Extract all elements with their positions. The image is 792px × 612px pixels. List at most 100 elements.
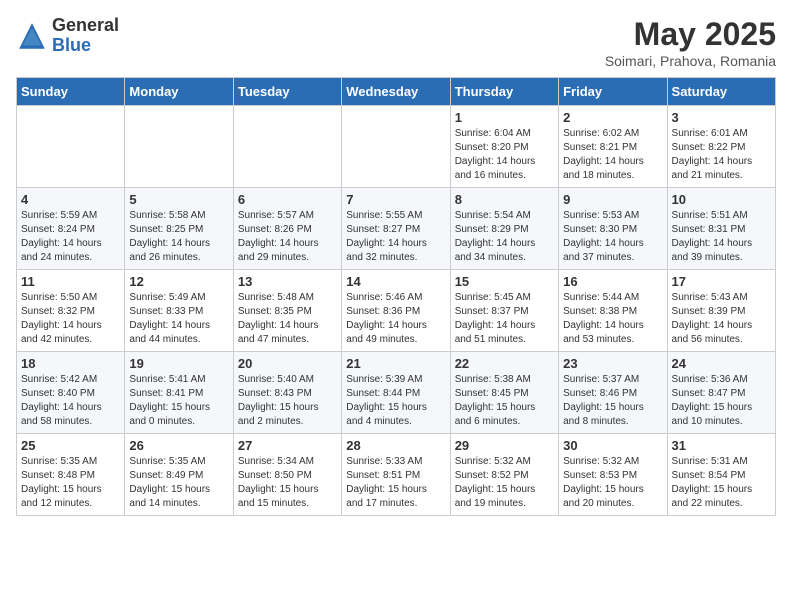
day-number: 2 xyxy=(563,110,662,125)
day-info: Sunrise: 6:01 AM Sunset: 8:22 PM Dayligh… xyxy=(672,127,771,183)
day-info: Sunrise: 5:42 AM Sunset: 8:40 PM Dayligh… xyxy=(21,373,120,429)
day-number: 18 xyxy=(21,356,120,371)
day-number: 21 xyxy=(346,356,445,371)
day-info: Sunrise: 5:31 AM Sunset: 8:54 PM Dayligh… xyxy=(672,455,771,511)
day-number: 19 xyxy=(129,356,228,371)
column-header-tuesday: Tuesday xyxy=(233,78,341,106)
calendar-cell: 8Sunrise: 5:54 AM Sunset: 8:29 PM Daylig… xyxy=(450,188,558,270)
day-info: Sunrise: 5:38 AM Sunset: 8:45 PM Dayligh… xyxy=(455,373,554,429)
calendar-cell: 27 Sunrise: 5:34 AM Sunset: 8:50 PM Dayli… xyxy=(233,434,341,516)
day-number: 4 xyxy=(21,192,120,207)
day-info: Sunrise: 6:02 AM Sunset: 8:21 PM Dayligh… xyxy=(563,127,662,183)
calendar-table: SundayMondayTuesdayWednesdayThursdayFrid… xyxy=(16,77,776,516)
day-info: Sunrise: 5:33 AM Sunset: 8:51 PM Dayligh… xyxy=(346,455,445,511)
calendar-week-1: 1 Sunrise: 6:04 AM Sunset: 8:20 PM Daylig… xyxy=(17,106,776,188)
column-header-saturday: Saturday xyxy=(667,78,775,106)
calendar-cell: 3 Sunrise: 6:01 AM Sunset: 8:22 PM Daylig… xyxy=(667,106,775,188)
day-info: Sunrise: 5:44 AM Sunset: 8:38 PM Dayligh… xyxy=(563,291,662,347)
day-info: Sunrise: 5:45 AM Sunset: 8:37 PM Dayligh… xyxy=(455,291,554,347)
day-info: Sunrise: 5:50 AM Sunset: 8:32 PM Dayligh… xyxy=(21,291,120,347)
column-header-monday: Monday xyxy=(125,78,233,106)
logo: General Blue xyxy=(16,16,119,56)
calendar-cell: 18 Sunrise: 5:42 AM Sunset: 8:40 PM Dayli… xyxy=(17,352,125,434)
calendar-cell: 9Sunrise: 5:53 AM Sunset: 8:30 PM Daylig… xyxy=(559,188,667,270)
day-number: 29 xyxy=(455,438,554,453)
calendar-cell: 4Sunrise: 5:59 AM Sunset: 8:24 PM Daylig… xyxy=(17,188,125,270)
calendar-cell: 7 Sunrise: 5:55 AM Sunset: 8:27 PM Daylig… xyxy=(342,188,450,270)
calendar-cell: 5 Sunrise: 5:58 AM Sunset: 8:25 PM Daylig… xyxy=(125,188,233,270)
day-info: Sunrise: 5:43 AM Sunset: 8:39 PM Dayligh… xyxy=(672,291,771,347)
calendar-cell: 16Sunrise: 5:44 AM Sunset: 8:38 PM Dayli… xyxy=(559,270,667,352)
day-number: 12 xyxy=(129,274,228,289)
day-info: Sunrise: 5:35 AM Sunset: 8:49 PM Dayligh… xyxy=(129,455,228,511)
day-info: Sunrise: 6:04 AM Sunset: 8:20 PM Dayligh… xyxy=(455,127,554,183)
day-info: Sunrise: 5:34 AM Sunset: 8:50 PM Dayligh… xyxy=(238,455,337,511)
day-info: Sunrise: 5:49 AM Sunset: 8:33 PM Dayligh… xyxy=(129,291,228,347)
calendar-cell: 24 Sunrise: 5:36 AM Sunset: 8:47 PM Dayli… xyxy=(667,352,775,434)
day-number: 8 xyxy=(455,192,554,207)
calendar-week-3: 11 Sunrise: 5:50 AM Sunset: 8:32 PM Dayli… xyxy=(17,270,776,352)
calendar-cell: 30Sunrise: 5:32 AM Sunset: 8:53 PM Dayli… xyxy=(559,434,667,516)
logo-blue-text: Blue xyxy=(52,35,91,55)
day-info: Sunrise: 5:36 AM Sunset: 8:47 PM Dayligh… xyxy=(672,373,771,429)
calendar-cell: 26 Sunrise: 5:35 AM Sunset: 8:49 PM Dayli… xyxy=(125,434,233,516)
day-number: 11 xyxy=(21,274,120,289)
day-number: 31 xyxy=(672,438,771,453)
calendar-cell: 19 Sunrise: 5:41 AM Sunset: 8:41 PM Dayli… xyxy=(125,352,233,434)
calendar-cell: 13 Sunrise: 5:48 AM Sunset: 8:35 PM Dayli… xyxy=(233,270,341,352)
day-info: Sunrise: 5:57 AM Sunset: 8:26 PM Dayligh… xyxy=(238,209,337,265)
day-number: 3 xyxy=(672,110,771,125)
day-info: Sunrise: 5:32 AM Sunset: 8:52 PM Dayligh… xyxy=(455,455,554,511)
day-info: Sunrise: 5:46 AM Sunset: 8:36 PM Dayligh… xyxy=(346,291,445,347)
day-number: 15 xyxy=(455,274,554,289)
calendar-cell: 1 Sunrise: 6:04 AM Sunset: 8:20 PM Daylig… xyxy=(450,106,558,188)
day-number: 7 xyxy=(346,192,445,207)
calendar-week-4: 18 Sunrise: 5:42 AM Sunset: 8:40 PM Dayli… xyxy=(17,352,776,434)
calendar-week-5: 25 Sunrise: 5:35 AM Sunset: 8:48 PM Dayli… xyxy=(17,434,776,516)
day-info: Sunrise: 5:58 AM Sunset: 8:25 PM Dayligh… xyxy=(129,209,228,265)
column-header-friday: Friday xyxy=(559,78,667,106)
day-number: 27 xyxy=(238,438,337,453)
day-info: Sunrise: 5:55 AM Sunset: 8:27 PM Dayligh… xyxy=(346,209,445,265)
day-info: Sunrise: 5:35 AM Sunset: 8:48 PM Dayligh… xyxy=(21,455,120,511)
calendar-cell: 29 Sunrise: 5:32 AM Sunset: 8:52 PM Dayli… xyxy=(450,434,558,516)
calendar-cell xyxy=(233,106,341,188)
calendar-cell: 31 Sunrise: 5:31 AM Sunset: 8:54 PM Dayli… xyxy=(667,434,775,516)
day-number: 14 xyxy=(346,274,445,289)
calendar-cell: 11 Sunrise: 5:50 AM Sunset: 8:32 PM Dayli… xyxy=(17,270,125,352)
day-number: 22 xyxy=(455,356,554,371)
day-number: 1 xyxy=(455,110,554,125)
logo-icon xyxy=(16,20,48,52)
day-number: 28 xyxy=(346,438,445,453)
day-number: 17 xyxy=(672,274,771,289)
calendar-cell: 25 Sunrise: 5:35 AM Sunset: 8:48 PM Dayli… xyxy=(17,434,125,516)
day-number: 26 xyxy=(129,438,228,453)
calendar-cell: 15 Sunrise: 5:45 AM Sunset: 8:37 PM Dayli… xyxy=(450,270,558,352)
day-info: Sunrise: 5:39 AM Sunset: 8:44 PM Dayligh… xyxy=(346,373,445,429)
day-number: 5 xyxy=(129,192,228,207)
calendar-cell: 21 Sunrise: 5:39 AM Sunset: 8:44 PM Dayli… xyxy=(342,352,450,434)
calendar-cell: 10Sunrise: 5:51 AM Sunset: 8:31 PM Dayli… xyxy=(667,188,775,270)
day-info: Sunrise: 5:53 AM Sunset: 8:30 PM Dayligh… xyxy=(563,209,662,265)
day-info: Sunrise: 5:41 AM Sunset: 8:41 PM Dayligh… xyxy=(129,373,228,429)
logo-general-text: General xyxy=(52,15,119,35)
day-info: Sunrise: 5:48 AM Sunset: 8:35 PM Dayligh… xyxy=(238,291,337,347)
day-number: 23 xyxy=(563,356,662,371)
day-number: 24 xyxy=(672,356,771,371)
day-info: Sunrise: 5:37 AM Sunset: 8:46 PM Dayligh… xyxy=(563,373,662,429)
day-number: 30 xyxy=(563,438,662,453)
column-header-thursday: Thursday xyxy=(450,78,558,106)
calendar-cell: 6Sunrise: 5:57 AM Sunset: 8:26 PM Daylig… xyxy=(233,188,341,270)
page-header: General Blue May 2025 Soimari, Prahova, … xyxy=(16,16,776,69)
day-number: 25 xyxy=(21,438,120,453)
calendar-cell: 14 Sunrise: 5:46 AM Sunset: 8:36 PM Dayli… xyxy=(342,270,450,352)
calendar-cell: 12 Sunrise: 5:49 AM Sunset: 8:33 PM Dayli… xyxy=(125,270,233,352)
calendar-cell: 23 Sunrise: 5:37 AM Sunset: 8:46 PM Dayli… xyxy=(559,352,667,434)
month-title: May 2025 xyxy=(605,16,776,53)
calendar-cell xyxy=(342,106,450,188)
calendar-cell xyxy=(125,106,233,188)
location-subtitle: Soimari, Prahova, Romania xyxy=(605,53,776,69)
calendar-week-2: 4Sunrise: 5:59 AM Sunset: 8:24 PM Daylig… xyxy=(17,188,776,270)
column-header-sunday: Sunday xyxy=(17,78,125,106)
day-number: 13 xyxy=(238,274,337,289)
